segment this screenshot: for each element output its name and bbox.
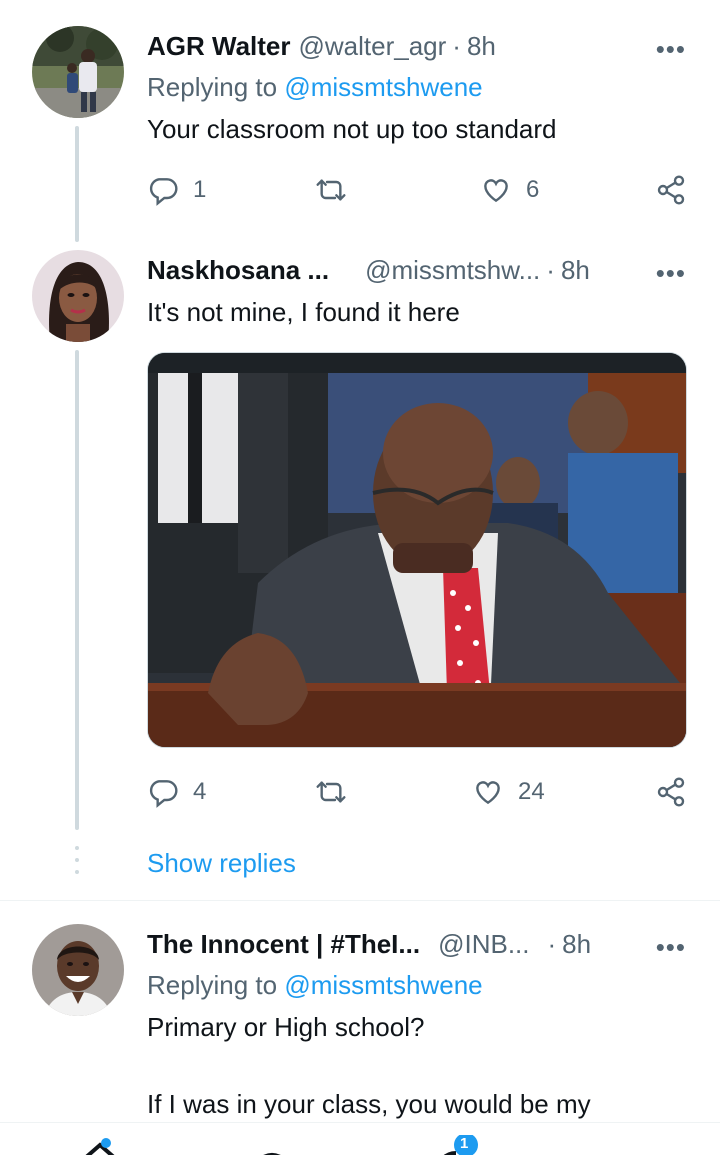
replying-to: Replying to @missmtshwene (147, 72, 483, 103)
share-icon (657, 777, 685, 807)
photo-man-in-courtroom (148, 353, 686, 747)
like-button[interactable]: 6 (480, 170, 539, 210)
notification-badge: 1 (460, 1135, 469, 1152)
tweet-text: It's not mine, I found it here (147, 297, 460, 327)
avatar-photo (32, 924, 124, 1016)
replying-to: Replying to @missmtshwene (147, 970, 483, 1001)
like-count: 6 (526, 176, 540, 203)
replying-prefix: Replying to (147, 970, 278, 1000)
avatar-photo (32, 26, 124, 118)
avatar-photo (32, 250, 124, 342)
more-icon[interactable]: ••• (656, 934, 686, 960)
avatar[interactable] (32, 924, 124, 1016)
timestamp[interactable]: 8h (562, 929, 591, 960)
avatar[interactable] (32, 26, 124, 118)
tweet-text-line-2: If I was in your class, you would be my (147, 1089, 591, 1119)
retweet-icon (316, 179, 346, 201)
bottom-navigation: 1 (0, 1122, 720, 1155)
retweet-button[interactable] (315, 170, 347, 210)
tweet-header: AGR Walter @walter_agr · 8h (147, 28, 690, 64)
timestamp[interactable]: 8h (561, 255, 590, 286)
tweet-1[interactable]: AGR Walter @walter_agr · 8h ••• Replying… (0, 0, 720, 245)
thread-line (75, 350, 79, 830)
user-handle[interactable]: @walter_agr (299, 31, 447, 62)
home-icon[interactable] (80, 1135, 120, 1155)
like-button[interactable]: 24 (472, 772, 545, 812)
tweet-actions: 4 24 (147, 772, 692, 812)
thread-line (75, 126, 79, 242)
mention-link[interactable]: @missmtshwene (284, 72, 482, 102)
search-icon[interactable] (255, 1149, 289, 1155)
notifications-icon[interactable]: 1 (438, 1133, 484, 1155)
like-icon (476, 781, 500, 805)
user-handle[interactable]: @INB... (438, 929, 529, 960)
reply-button[interactable]: 4 (147, 772, 206, 812)
retweet-button[interactable] (315, 772, 347, 812)
replying-prefix: Replying to (147, 72, 278, 102)
tweet-header: The Innocent | #TheI... @INB... · 8h (147, 926, 690, 962)
more-icon[interactable]: ••• (656, 36, 686, 62)
separator-dot: · (546, 254, 555, 285)
separator-dot: · (547, 928, 557, 959)
more-icon[interactable]: ••• (656, 260, 686, 286)
tweet-actions: 1 6 (147, 170, 692, 210)
tweet-image[interactable] (147, 352, 687, 748)
avatar[interactable] (32, 250, 124, 342)
display-name[interactable]: Naskhosana ... (147, 255, 329, 286)
like-icon (484, 179, 508, 203)
share-icon (657, 175, 685, 205)
mention-link[interactable]: @missmtshwene (284, 970, 482, 1000)
display-name[interactable]: AGR Walter (147, 31, 291, 62)
like-count: 24 (518, 778, 545, 805)
reply-count: 4 (193, 778, 207, 805)
timestamp[interactable]: 8h (467, 31, 496, 62)
messages-icon[interactable] (612, 1151, 652, 1155)
tweet-text: Your classroom not up too standard (147, 114, 557, 144)
display-name[interactable]: The Innocent | #TheI... (147, 929, 420, 960)
thread-continuation-dots (75, 846, 79, 882)
tweet-text-line-1: Primary or High school? (147, 1012, 425, 1042)
share-button[interactable] (655, 170, 687, 210)
user-handle[interactable]: @missmtshw... (365, 255, 540, 286)
reply-icon (149, 178, 178, 206)
show-replies-link[interactable]: Show replies (147, 848, 296, 879)
retweet-icon (316, 781, 346, 803)
reply-icon (149, 780, 178, 808)
reply-button[interactable]: 1 (147, 170, 206, 210)
separator-dot: · (452, 30, 461, 61)
share-button[interactable] (655, 772, 687, 812)
reply-count: 1 (193, 176, 207, 203)
tweet-header: Naskhosana ... @missmtshw... · 8h (147, 252, 690, 288)
